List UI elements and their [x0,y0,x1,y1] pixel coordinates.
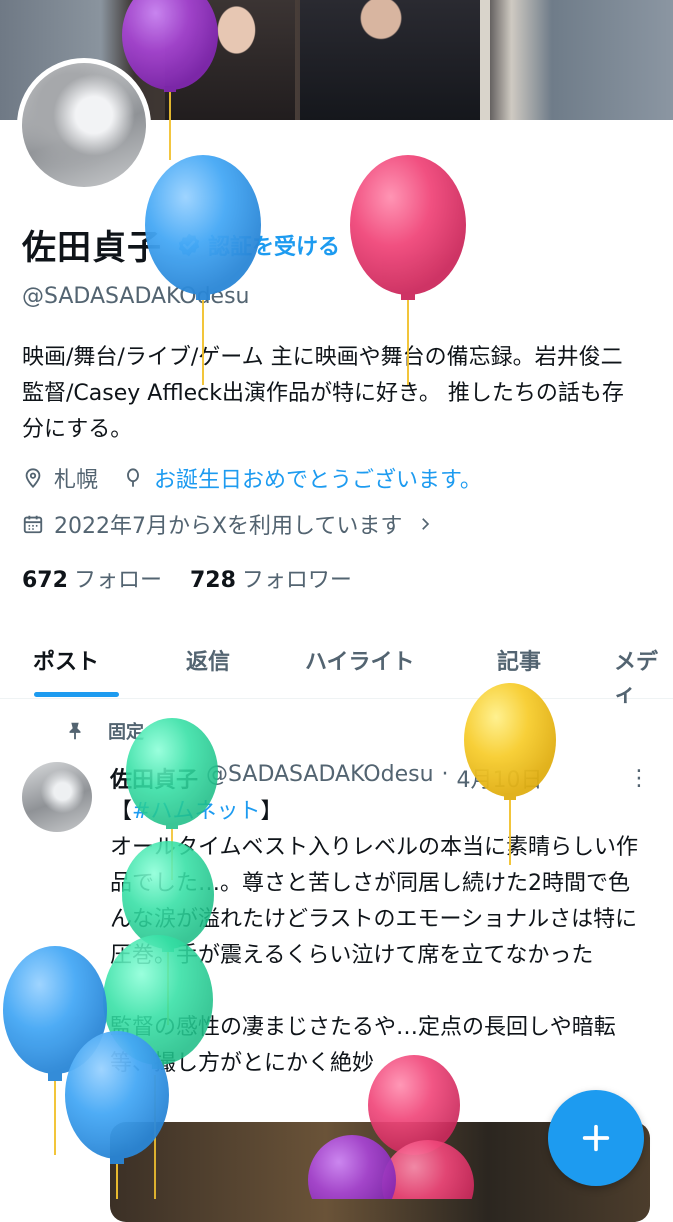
pinned-indicator: 固定 [64,718,144,744]
post-header: 佐田貞子 @SADASADAKOdesu · 4月10日 [110,762,543,794]
profile-bio: 映画/舞台/ライブ/ゲーム 主に映画や舞台の備忘録。岩井俊二監督/Casey A… [22,345,624,442]
balloon-icon [127,468,139,487]
profile-tabs: ポスト 返信 ハイライト 記事 メディ [0,628,673,707]
name-row: 佐田貞子 認証を受ける [22,220,340,269]
profile-handle: @SADASADAKOdesu [22,284,250,309]
get-verified-label: 認証を受ける [208,234,341,260]
compose-button[interactable] [548,1090,644,1186]
tab-replies[interactable]: 返信 [186,644,230,676]
verified-badge-icon [178,233,200,256]
following-link[interactable]: 672 フォロー [22,562,162,594]
hashtag-link[interactable]: #ハムネット [132,799,260,824]
profile-meta: 札幌 お誕生日おめでとうございます。 [22,462,482,494]
hashtag-open: 【 [110,799,133,824]
location-text: 札幌 [54,468,99,493]
follow-stats: 672 フォロー 728 フォロワー [22,562,352,594]
following-count: 672 [22,568,68,593]
hashtag-close: 】 [260,799,283,824]
tab-media[interactable]: メディ [614,644,673,708]
followers-link[interactable]: 728 フォロワー [190,562,352,594]
tab-highlights[interactable]: ハイライト [305,644,415,676]
location-pin-icon [25,468,41,489]
profile-avatar[interactable] [22,63,146,187]
post-author-handle[interactable]: @SADASADAKOdesu [206,762,434,794]
joined-text: 2022年7月からXを利用しています [54,514,403,539]
calendar-icon [23,515,43,534]
active-tab-indicator [34,692,119,697]
post-paragraph: オールタイムベスト入りレベルの本当に素晴らしい作品でした…。尊さと苦しさが同居し… [110,835,639,968]
display-name: 佐田貞子 [22,228,162,268]
balloon-blue [3,946,107,1155]
followers-label: フォロワー [241,568,352,593]
birthday-text: お誕生日おめでとうございます。 [154,468,482,493]
following-label: フォロー [73,568,162,593]
chevron-right-icon [422,518,430,530]
plus-icon [582,1124,610,1152]
banner-frame [160,0,490,120]
post-text: 【#ハムネット】 オールタイムベスト入りレベルの本当に素晴らしい作品でした…。尊… [110,794,650,1082]
post-author-avatar[interactable] [22,762,92,832]
tab-posts[interactable]: ポスト [33,644,99,676]
pinned-label: 固定 [108,722,144,743]
post-author-name[interactable]: 佐田貞子 [110,762,198,794]
pin-icon [69,722,81,740]
followers-count: 728 [189,568,236,593]
joined-row[interactable]: 2022年7月からXを利用しています [22,508,434,540]
post-separator: · [441,762,449,787]
tab-articles[interactable]: 記事 [497,644,541,676]
post-date[interactable]: 4月10日 [457,762,543,794]
post-paragraph: 監督の感性の凄まじさたるや…定点の長回しや暗転等、撮し方がとにかく絶妙 [110,1015,616,1076]
get-verified-button[interactable]: 認証を受ける [176,229,340,261]
more-options-icon[interactable]: ⋮ [628,766,650,791]
